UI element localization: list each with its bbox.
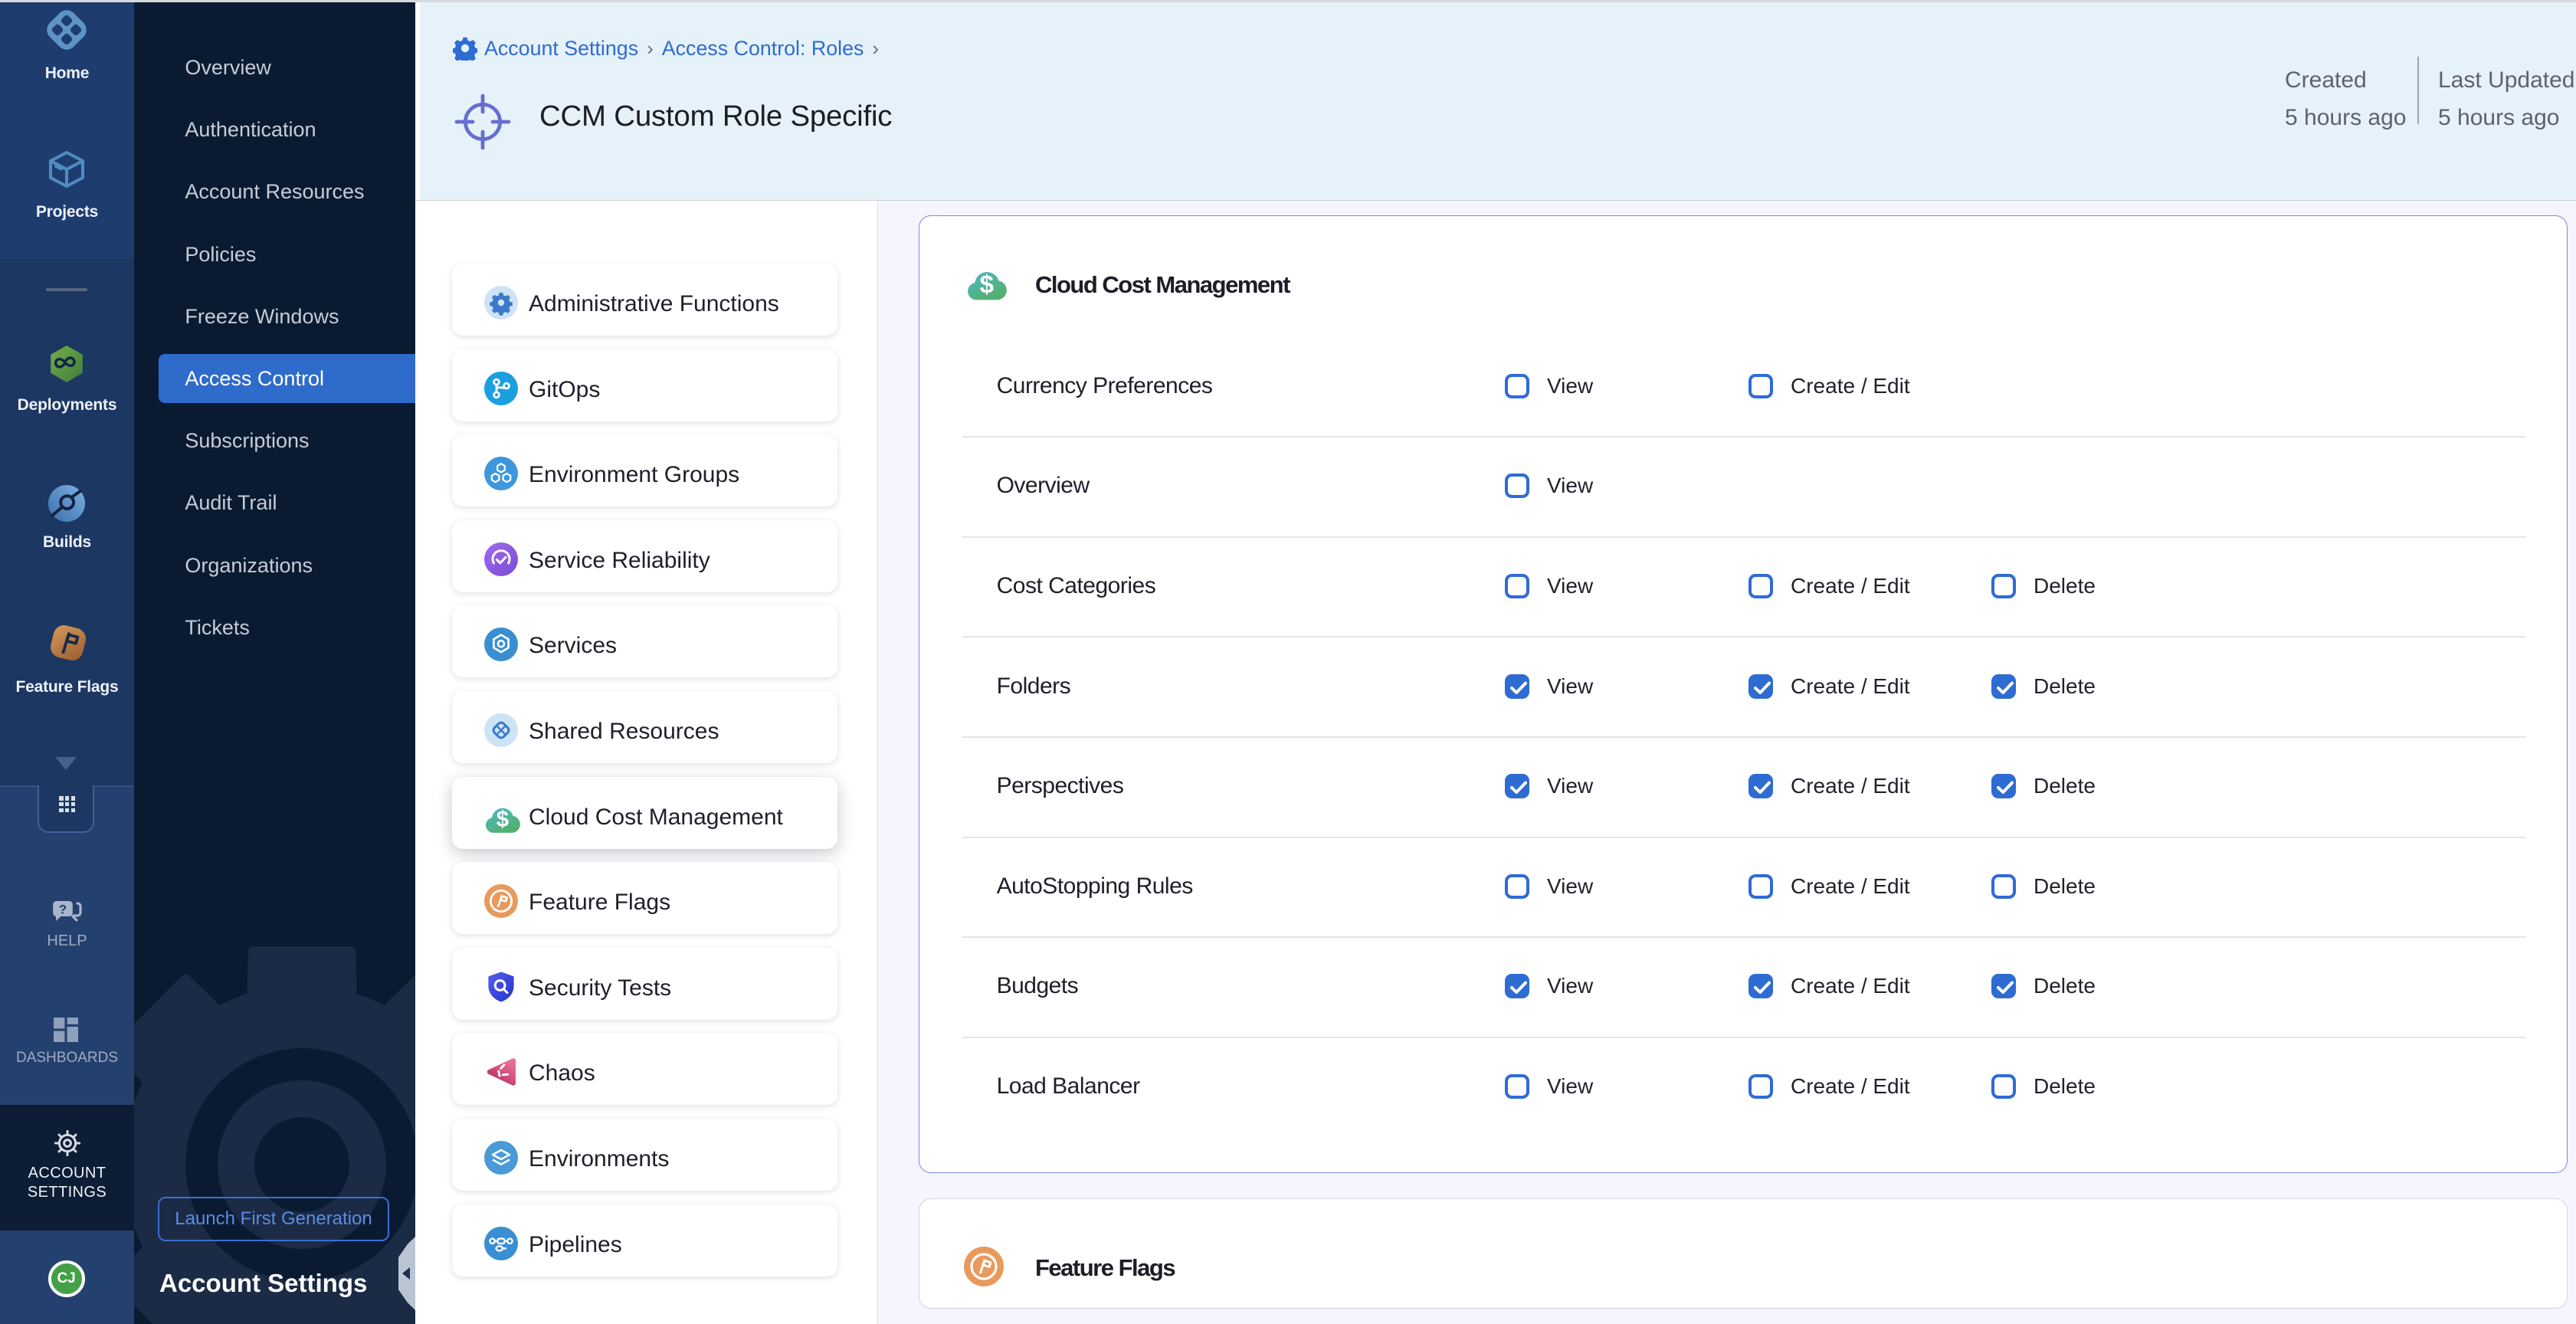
svg-text:$: $ <box>980 270 994 298</box>
svg-text:$: $ <box>497 808 509 832</box>
svg-text:?: ? <box>59 903 67 917</box>
